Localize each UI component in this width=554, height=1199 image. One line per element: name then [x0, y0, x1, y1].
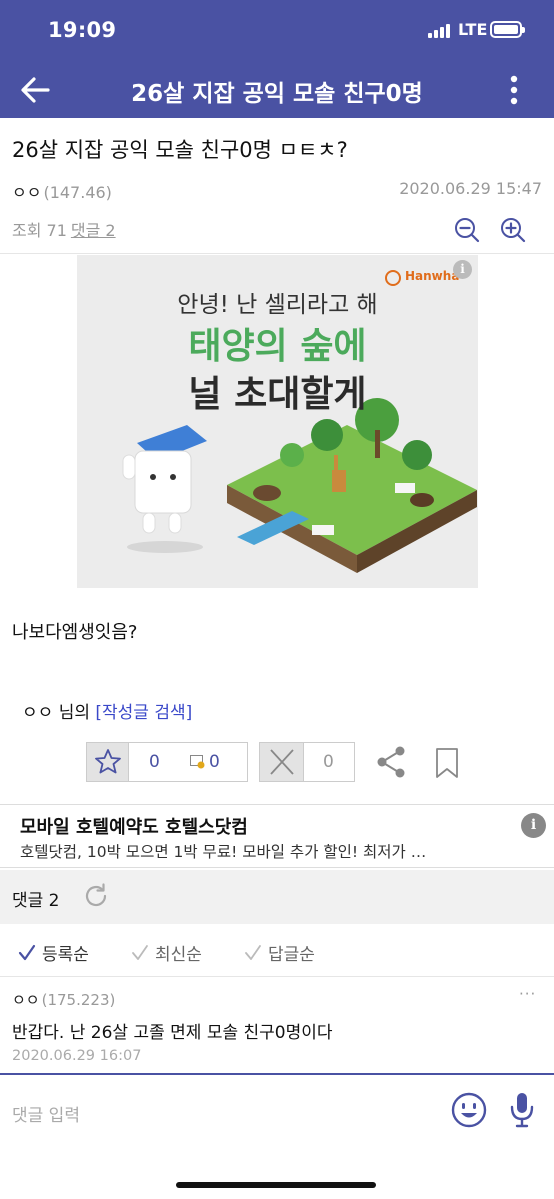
- battery-icon: [490, 21, 525, 38]
- divider: [0, 976, 554, 977]
- post-title: 26살 지잡 공익 모솔 친구0명 ㅁㅌㅊ?: [12, 138, 348, 162]
- banner-line-2: 태양의 숲에: [188, 326, 367, 367]
- divider: [0, 253, 554, 254]
- post-stats: 조회 71 댓글 2: [12, 217, 116, 241]
- author-search: ㅇㅇ 님의 [작성글 검색]: [22, 698, 192, 723]
- author-search-name: ㅇㅇ: [22, 703, 54, 723]
- check-icon: [245, 945, 261, 960]
- recommend-count: 0: [149, 752, 160, 772]
- comment-more-icon[interactable]: ···: [519, 985, 536, 1003]
- comment-author-ip: (175.223): [41, 991, 116, 1009]
- ad-info-icon[interactable]: i: [453, 260, 472, 279]
- comment-text: 반갑다. 난 26살 고졸 면제 모솔 친구0명이다: [12, 1023, 333, 1043]
- emoji-icon[interactable]: [450, 1091, 488, 1129]
- text-ad-headline: 모바일 호텔예약도 호텔스닷컴: [20, 817, 248, 838]
- author-name: ㅇㅇ: [12, 183, 42, 202]
- author-search-suffix: 님의: [58, 703, 90, 723]
- author-ip: (147.46): [43, 183, 112, 202]
- dislike-button[interactable]: 0: [259, 742, 355, 782]
- bookmark-icon[interactable]: [435, 747, 459, 779]
- more-vert-icon[interactable]: [502, 72, 526, 108]
- sort-label: 답글순: [268, 945, 315, 965]
- post-date: 2020.06.29 15:47: [399, 179, 542, 198]
- post-author[interactable]: ㅇㅇ (147.46): [12, 179, 112, 203]
- author-search-link[interactable]: [작성글 검색]: [95, 703, 192, 723]
- comment-author-name: ㅇㅇ: [12, 991, 40, 1009]
- star-button[interactable]: [87, 743, 129, 781]
- mic-icon[interactable]: [509, 1091, 535, 1129]
- sort-label: 최신순: [155, 945, 202, 965]
- comment-count-link[interactable]: 댓글 2: [71, 221, 116, 240]
- banner-line-3: 널 초대할게: [188, 374, 367, 415]
- comment-author[interactable]: ㅇㅇ (175.223): [12, 989, 115, 1010]
- refresh-icon[interactable]: [82, 882, 110, 910]
- fixed-recommend-count: 0: [209, 752, 220, 772]
- text-ad[interactable]: 모바일 호텔예약도 호텔스닷컴 호텔닷컴, 10박 모으면 1박 무료! 모바일…: [0, 804, 554, 868]
- zoom-in-icon[interactable]: [499, 216, 527, 244]
- sort-label: 등록순: [42, 945, 89, 965]
- network-label: LTE: [458, 20, 488, 39]
- app-bar: 26살 지잡 공익 모솔 친구0명: [0, 60, 554, 118]
- status-bar: 19:09 LTE: [0, 0, 554, 60]
- back-arrow-icon[interactable]: [18, 72, 54, 108]
- status-time: 19:09: [48, 18, 117, 42]
- comments-header: 댓글 2: [0, 870, 554, 924]
- sort-latest[interactable]: 최신순: [131, 940, 202, 965]
- signal-icon: [428, 24, 454, 38]
- banner-ad[interactable]: Hanwha i 안녕! 난 셀리라고 해 태양의 숲에 널 초대할게: [77, 255, 478, 588]
- comments-count: 댓글 2: [12, 891, 60, 911]
- dislike-count: 0: [323, 752, 334, 772]
- check-icon: [18, 944, 36, 961]
- banner-line-1: 안녕! 난 셀리라고 해: [177, 292, 378, 318]
- sort-registered[interactable]: 등록순: [18, 940, 89, 965]
- ad-info-icon[interactable]: i: [521, 813, 546, 838]
- recommend-button[interactable]: 0 0: [86, 742, 248, 782]
- post-body: 나보다엠생잇음?: [12, 622, 138, 643]
- check-icon: [132, 945, 148, 960]
- app-bar-title: 26살 지잡 공익 모솔 친구0명: [131, 81, 423, 107]
- sort-replies[interactable]: 답글순: [244, 940, 315, 965]
- x-icon: [270, 749, 294, 775]
- zoom-out-icon[interactable]: [453, 216, 481, 244]
- image-badge-icon: [190, 755, 205, 769]
- share-icon[interactable]: [375, 745, 407, 779]
- text-ad-description: 호텔닷컴, 10박 모으면 1박 무료! 모바일 추가 할인! 최저가 …: [20, 843, 427, 861]
- comment-input-bar: 댓글 입력: [0, 1073, 554, 1199]
- banner-brand: Hanwha: [405, 269, 460, 283]
- view-count: 조회 71: [12, 221, 67, 240]
- comment-input[interactable]: 댓글 입력: [12, 1101, 80, 1126]
- home-indicator: [176, 1182, 376, 1188]
- hanwha-logo-icon: [385, 270, 401, 286]
- comment-date: 2020.06.29 16:07: [12, 1048, 142, 1064]
- star-icon: [95, 749, 121, 774]
- x-button[interactable]: [260, 743, 304, 781]
